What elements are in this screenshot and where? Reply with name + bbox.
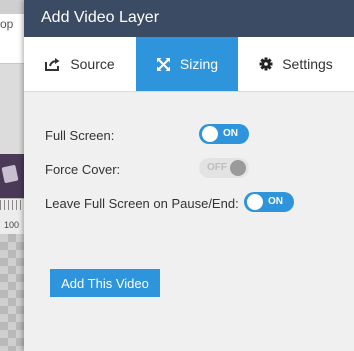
transparent-canvas	[0, 234, 24, 351]
gear-icon	[259, 57, 273, 71]
add-this-video-button[interactable]: Add This Video	[50, 269, 160, 297]
leave-full-screen-option: Leave Full Screen on Pause/End: ON	[45, 186, 354, 220]
dialog-header: Add Video Layer	[24, 0, 354, 37]
tab-source[interactable]: Source	[24, 37, 136, 91]
background-toolbar-text: op	[0, 17, 14, 31]
toggle-knob	[230, 160, 246, 176]
full-screen-option: Full Screen: ON	[45, 118, 354, 152]
toggle-knob	[202, 126, 218, 142]
ruler-label: 100	[4, 220, 20, 230]
toggle-state: ON	[223, 128, 238, 139]
share-icon	[45, 57, 61, 71]
dialog-title: Add Video Layer	[41, 9, 160, 26]
ruler-ticks	[0, 200, 24, 210]
sizing-options: Full Screen: ON Force Cover: OFF Leave F…	[24, 92, 354, 220]
tab-sizing-label: Sizing	[179, 56, 219, 72]
tab-source-label: Source	[70, 56, 115, 72]
full-screen-toggle[interactable]: ON	[199, 124, 249, 144]
tab-settings[interactable]: Settings	[238, 37, 354, 91]
tab-settings-label: Settings	[282, 56, 333, 72]
toggle-state: OFF	[207, 162, 227, 173]
layer-icon	[1, 164, 19, 184]
leave-full-screen-label: Leave Full Screen on Pause/End:	[45, 195, 239, 211]
resize-arrows-icon	[156, 57, 171, 72]
tab-sizing[interactable]: Sizing	[136, 37, 238, 91]
leave-full-screen-toggle[interactable]: ON	[244, 192, 294, 212]
background-app: op 100	[0, 0, 24, 351]
force-cover-label: Force Cover:	[45, 161, 121, 177]
add-video-layer-dialog: Add Video Layer Source Sizing Settings F…	[24, 0, 354, 351]
force-cover-option: Force Cover: OFF	[45, 152, 354, 186]
full-screen-label: Full Screen:	[45, 127, 115, 143]
force-cover-toggle[interactable]: OFF	[199, 158, 249, 178]
tab-bar: Source Sizing Settings	[24, 37, 354, 92]
toggle-knob	[247, 194, 263, 210]
background-panel	[0, 64, 24, 154]
toggle-state: ON	[268, 196, 283, 207]
